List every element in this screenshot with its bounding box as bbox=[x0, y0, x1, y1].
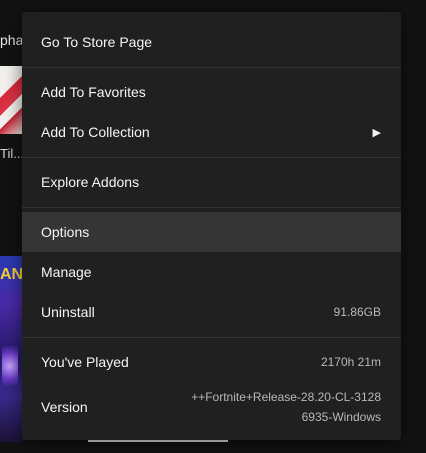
context-menu: Go To Store Page Add To Favorites Add To… bbox=[22, 12, 401, 440]
menu-item-label: Add To Collection bbox=[41, 124, 150, 140]
menu-separator bbox=[22, 67, 401, 68]
menu-item-uninstall[interactable]: Uninstall 91.86GB bbox=[22, 292, 401, 332]
background-progress-line bbox=[88, 440, 228, 442]
submenu-arrow-icon: ▶ bbox=[372, 126, 381, 139]
menu-item-label: Go To Store Page bbox=[41, 34, 153, 50]
menu-item-manage[interactable]: Manage bbox=[22, 252, 401, 292]
played-label: You've Played bbox=[41, 354, 129, 370]
menu-separator bbox=[22, 207, 401, 208]
menu-item-options[interactable]: Options bbox=[22, 212, 401, 252]
background-game-title: Til... bbox=[0, 146, 22, 161]
version-label: Version bbox=[41, 399, 88, 415]
menu-separator bbox=[22, 337, 401, 338]
menu-item-label: Uninstall bbox=[41, 304, 95, 320]
background-tile-art bbox=[2, 346, 18, 386]
menu-separator bbox=[22, 157, 401, 158]
menu-item-explore-addons[interactable]: Explore Addons bbox=[22, 162, 401, 202]
background-tile-art-text: ANI QU bbox=[0, 266, 22, 283]
menu-item-store-page[interactable]: Go To Store Page bbox=[22, 22, 401, 62]
menu-item-label: Add To Favorites bbox=[41, 84, 146, 100]
played-time: 2170h 21m bbox=[320, 355, 381, 369]
menu-info-version: Version ++Fortnite+Release-28.20-CL-3128… bbox=[22, 380, 401, 434]
install-size: 91.86GB bbox=[333, 305, 381, 319]
menu-item-label: Explore Addons bbox=[41, 174, 140, 190]
menu-item-add-favorites[interactable]: Add To Favorites bbox=[22, 72, 401, 112]
menu-info-played: You've Played 2170h 21m bbox=[22, 342, 401, 382]
background-game-tile[interactable]: ANI QU bbox=[0, 256, 22, 442]
version-value: ++Fortnite+Release-28.20-CL-31286935-Win… bbox=[191, 390, 381, 424]
background-game-title: pha bbox=[0, 32, 22, 48]
background-game-tile[interactable] bbox=[0, 66, 22, 134]
menu-item-label: Options bbox=[41, 224, 90, 240]
menu-item-label: Manage bbox=[41, 264, 92, 280]
menu-item-add-collection[interactable]: Add To Collection ▶ bbox=[22, 112, 401, 152]
